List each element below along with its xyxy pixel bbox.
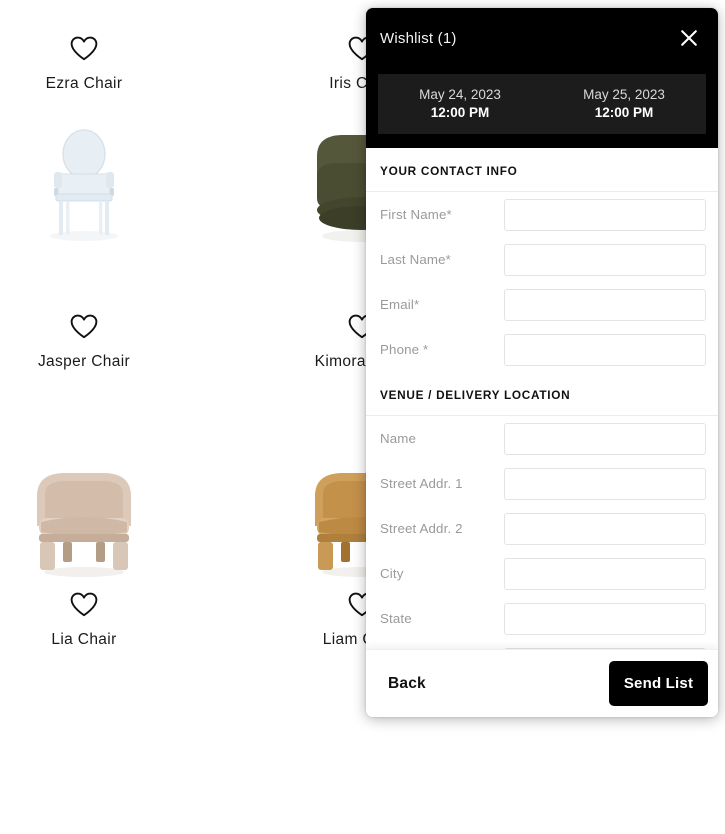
field-row-state: State bbox=[366, 596, 718, 641]
state-input[interactable] bbox=[504, 602, 706, 635]
panel-title: Wishlist (1) bbox=[380, 29, 457, 47]
first-name-label: First Name* bbox=[380, 207, 452, 222]
product-card[interactable]: Ezra Chair bbox=[0, 0, 223, 278]
field-row-first-name: First Name* bbox=[366, 192, 718, 237]
heart-outline-icon bbox=[70, 36, 98, 61]
favorite-button[interactable] bbox=[0, 592, 223, 617]
product-image bbox=[0, 118, 223, 268]
wishlist-panel: Wishlist (1) May 24, 2023 12:00 PM May 2… bbox=[366, 8, 718, 717]
email-input[interactable] bbox=[504, 288, 706, 321]
city-input[interactable] bbox=[504, 557, 706, 590]
city-label: City bbox=[380, 566, 404, 581]
close-button[interactable] bbox=[674, 23, 704, 53]
panel-header: Wishlist (1) May 24, 2023 12:00 PM May 2… bbox=[366, 8, 718, 148]
field-row-street-1: Street Addr. 1 bbox=[366, 461, 718, 506]
panel-footer: Back Send List bbox=[366, 649, 718, 717]
section-heading-contact: YOUR CONTACT INFO bbox=[366, 148, 718, 192]
product-title: Ezra Chair bbox=[45, 75, 123, 92]
field-row-venue-name: Name bbox=[366, 416, 718, 461]
send-list-button[interactable]: Send List bbox=[609, 661, 708, 706]
state-label: State bbox=[380, 611, 412, 626]
close-x-icon bbox=[681, 30, 697, 46]
street-addr-1-input[interactable] bbox=[504, 467, 706, 500]
date-start-label: May 24, 2023 bbox=[419, 86, 501, 102]
venue-name-label: Name bbox=[380, 431, 417, 446]
product-card-image-only bbox=[0, 340, 223, 577]
phone-input[interactable] bbox=[504, 333, 706, 366]
field-row-email: Email* bbox=[366, 282, 718, 327]
date-end-label: May 25, 2023 bbox=[583, 86, 665, 102]
field-row-last-name: Last Name* bbox=[366, 237, 718, 282]
panel-header-top: Wishlist (1) bbox=[366, 8, 718, 68]
first-name-input[interactable] bbox=[504, 198, 706, 231]
venue-name-input[interactable] bbox=[504, 422, 706, 455]
date-start[interactable]: May 24, 2023 12:00 PM bbox=[378, 86, 542, 122]
product-title: Lia Chair bbox=[51, 631, 117, 648]
field-row-city: City bbox=[366, 551, 718, 596]
date-end-time: 12:00 PM bbox=[594, 105, 654, 120]
ghost-acrylic-armchair-icon bbox=[50, 129, 118, 241]
street-addr-2-input[interactable] bbox=[504, 512, 706, 545]
field-row-street-2: Street Addr. 2 bbox=[366, 506, 718, 551]
heart-outline-icon bbox=[70, 314, 98, 339]
last-name-label: Last Name* bbox=[380, 252, 451, 267]
street-addr-2-label: Street Addr. 2 bbox=[380, 521, 463, 536]
last-name-input[interactable] bbox=[504, 243, 706, 276]
phone-label: Phone * bbox=[380, 342, 429, 357]
panel-form-body[interactable]: YOUR CONTACT INFO First Name* Last Name*… bbox=[366, 148, 718, 649]
heart-outline-icon bbox=[70, 592, 98, 617]
event-date-range[interactable]: May 24, 2023 12:00 PM May 25, 2023 12:00… bbox=[378, 74, 706, 134]
date-start-time: 12:00 PM bbox=[430, 105, 490, 120]
product-card[interactable]: Lia Chair bbox=[0, 556, 223, 834]
favorite-button[interactable] bbox=[0, 314, 223, 339]
field-row-phone: Phone * bbox=[366, 327, 718, 372]
section-heading-venue: VENUE / DELIVERY LOCATION bbox=[366, 372, 718, 416]
favorite-button[interactable] bbox=[0, 36, 223, 61]
street-addr-1-label: Street Addr. 1 bbox=[380, 476, 463, 491]
date-end[interactable]: May 25, 2023 12:00 PM bbox=[542, 86, 706, 122]
email-label: Email* bbox=[380, 297, 420, 312]
back-button[interactable]: Back bbox=[388, 675, 426, 693]
field-row-partial-next bbox=[366, 641, 718, 649]
